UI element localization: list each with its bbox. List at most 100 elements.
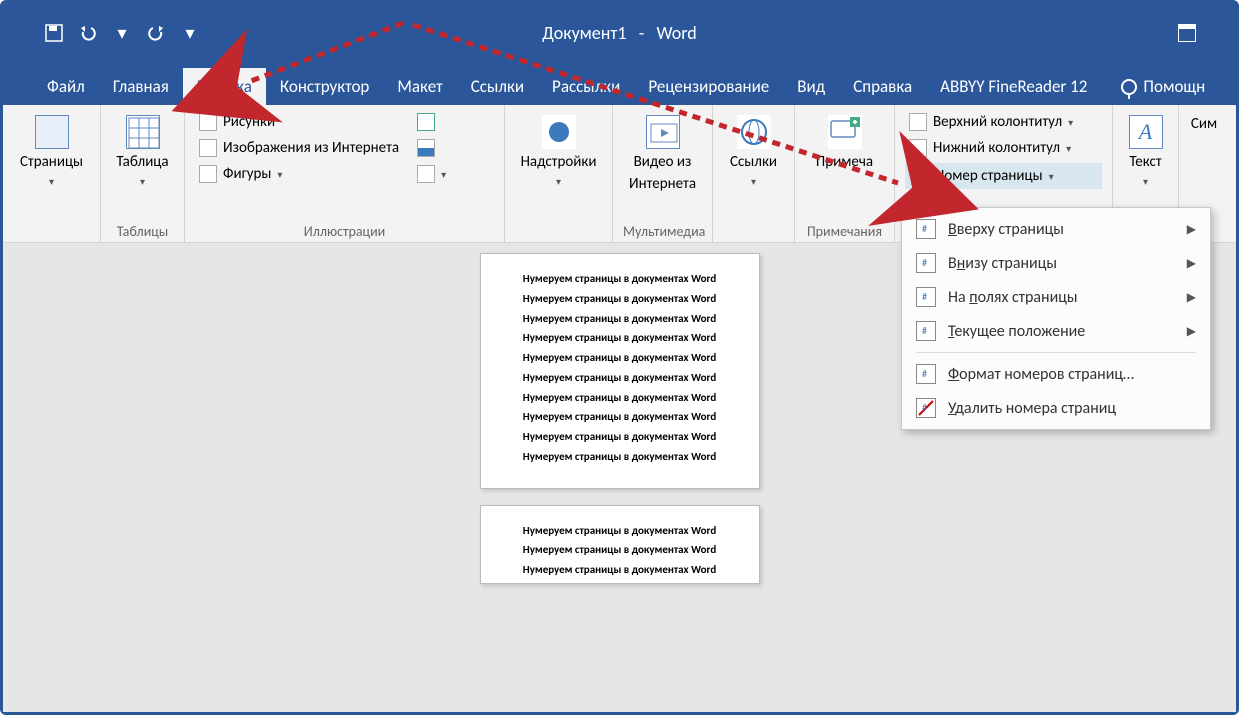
document-text-line: Нумеруем страницы в документах Word bbox=[501, 272, 739, 286]
menu-remove-page-numbers[interactable]: Удалить номера страниц bbox=[902, 391, 1210, 425]
page-number-button[interactable]: Номер страницы ▾ bbox=[905, 163, 1102, 189]
table-button[interactable]: Таблица▾ bbox=[111, 111, 174, 192]
lightbulb-icon bbox=[1121, 79, 1137, 95]
text-button[interactable]: A Текст▾ bbox=[1123, 111, 1168, 192]
online-pictures-button[interactable]: Изображения из Интернета bbox=[195, 137, 403, 159]
online-video-button[interactable]: Видео из Интернета bbox=[623, 111, 702, 197]
group-tables: Таблица▾ Таблицы bbox=[101, 105, 185, 242]
group-media: Видео из Интернета Мультимедиа bbox=[613, 105, 713, 242]
screenshot-button[interactable]: ▾ bbox=[413, 163, 450, 185]
document-text-line: Нумеруем страницы в документах Word bbox=[501, 391, 739, 405]
document-text-line: Нумеруем страницы в документах Word bbox=[501, 563, 739, 577]
quick-access-toolbar: ▾ ▾ bbox=[3, 22, 201, 44]
document-page: Нумеруем страницы в документах Word Нумер… bbox=[480, 505, 760, 584]
ribbon-tabs: Файл Главная Вставка Конструктор Макет С… bbox=[3, 63, 1236, 105]
link-icon bbox=[737, 115, 771, 149]
tab-file[interactable]: Файл bbox=[33, 68, 99, 105]
bottom-of-page-icon bbox=[916, 253, 936, 273]
header-button[interactable]: Верхний колонтитул ▾ bbox=[905, 111, 1102, 133]
tab-view[interactable]: Вид bbox=[783, 68, 839, 105]
document-text-line: Нумеруем страницы в документах Word bbox=[501, 331, 739, 345]
pictures-button[interactable]: Рисунки bbox=[195, 111, 403, 133]
remove-numbers-icon bbox=[916, 398, 936, 418]
tab-insert[interactable]: Вставка bbox=[183, 68, 266, 105]
document-name: Документ1 bbox=[542, 22, 626, 44]
tab-abbyy[interactable]: ABBYY FineReader 12 bbox=[926, 68, 1101, 105]
document-text-line: Нумеруем страницы в документах Word bbox=[501, 430, 739, 444]
tab-references[interactable]: Ссылки bbox=[457, 68, 538, 105]
video-icon bbox=[646, 115, 680, 149]
pages-button[interactable]: Страницы▾ bbox=[13, 111, 90, 192]
page-number-menu: Вверху страницы ▶ Внизу страницы ▶ На по… bbox=[901, 207, 1211, 430]
document-text-line: Нумеруем страницы в документах Word bbox=[501, 410, 739, 424]
top-of-page-icon bbox=[916, 219, 936, 239]
document-text-line: Нумеруем страницы в документах Word bbox=[501, 450, 739, 464]
title-right bbox=[1178, 24, 1236, 42]
header-icon bbox=[909, 113, 927, 131]
group-comments: Примеча Примечания bbox=[795, 105, 895, 242]
online-pictures-icon bbox=[199, 139, 217, 157]
page-icon bbox=[35, 115, 69, 149]
shapes-button[interactable]: Фигуры ▾ bbox=[195, 163, 403, 185]
page-margins-icon bbox=[916, 287, 936, 307]
title-bar: ▾ ▾ Документ1 - Word bbox=[3, 3, 1236, 63]
symbols-button[interactable]: Сим bbox=[1189, 111, 1219, 137]
tell-me-label: Помощн bbox=[1143, 76, 1205, 97]
group-addins: Надстройки▾ bbox=[505, 105, 613, 242]
tab-mailings[interactable]: Рассылки bbox=[538, 68, 634, 105]
addins-button[interactable]: Надстройки▾ bbox=[515, 111, 602, 192]
tell-me[interactable]: Помощн bbox=[1111, 68, 1215, 105]
chart-button[interactable] bbox=[413, 137, 450, 159]
group-illustrations: Рисунки Изображения из Интернета Фигуры … bbox=[185, 105, 505, 242]
footer-button[interactable]: Нижний колонтитул ▾ bbox=[905, 137, 1102, 159]
shapes-icon bbox=[199, 165, 217, 183]
addins-icon bbox=[542, 115, 576, 149]
redo-icon[interactable] bbox=[145, 22, 167, 44]
tab-layout[interactable]: Макет bbox=[383, 68, 456, 105]
app-name: Word bbox=[656, 22, 696, 44]
format-numbers-icon bbox=[916, 364, 936, 384]
page-number-icon bbox=[911, 167, 929, 185]
submenu-arrow-icon: ▶ bbox=[1187, 222, 1196, 237]
current-position-icon bbox=[916, 321, 936, 341]
menu-top-of-page[interactable]: Вверху страницы ▶ bbox=[902, 212, 1210, 246]
submenu-arrow-icon: ▶ bbox=[1187, 256, 1196, 271]
document-page: Нумеруем страницы в документах Word Нумер… bbox=[480, 253, 760, 489]
textbox-icon: A bbox=[1129, 115, 1163, 149]
document-text-line: Нумеруем страницы в документах Word bbox=[501, 543, 739, 557]
smartart-icon bbox=[417, 113, 435, 131]
save-icon[interactable] bbox=[43, 22, 65, 44]
document-text-line: Нумеруем страницы в документах Word bbox=[501, 292, 739, 306]
menu-current-position[interactable]: Текущее положение ▶ bbox=[902, 314, 1210, 348]
group-links: Ссылки▾ bbox=[713, 105, 795, 242]
footer-icon bbox=[909, 139, 927, 157]
undo-dropdown-icon[interactable]: ▾ bbox=[111, 22, 133, 44]
tab-review[interactable]: Рецензирование bbox=[634, 68, 783, 105]
tab-help[interactable]: Справка bbox=[839, 68, 926, 105]
document-text-line: Нумеруем страницы в документах Word bbox=[501, 312, 739, 326]
document-text-line: Нумеруем страницы в документах Word bbox=[501, 371, 739, 385]
submenu-arrow-icon: ▶ bbox=[1187, 324, 1196, 339]
tab-home[interactable]: Главная bbox=[99, 68, 183, 105]
submenu-arrow-icon: ▶ bbox=[1187, 290, 1196, 305]
picture-icon bbox=[199, 113, 217, 131]
window-title: Документ1 - Word bbox=[542, 22, 696, 44]
screenshot-icon bbox=[417, 165, 435, 183]
document-text-line: Нумеруем страницы в документах Word bbox=[501, 351, 739, 365]
chart-icon bbox=[417, 139, 435, 157]
comment-button[interactable]: Примеча bbox=[805, 111, 884, 175]
table-icon bbox=[126, 115, 160, 149]
ribbon-display-icon[interactable] bbox=[1178, 24, 1196, 42]
links-button[interactable]: Ссылки▾ bbox=[723, 111, 784, 192]
qat-customize-icon[interactable]: ▾ bbox=[179, 22, 201, 44]
comment-icon bbox=[828, 115, 862, 149]
menu-separator bbox=[916, 352, 1196, 353]
menu-bottom-of-page[interactable]: Внизу страницы ▶ bbox=[902, 246, 1210, 280]
menu-page-margins[interactable]: На полях страницы ▶ bbox=[902, 280, 1210, 314]
document-text-line: Нумеруем страницы в документах Word bbox=[501, 524, 739, 538]
menu-format-page-numbers[interactable]: Формат номеров страниц… bbox=[902, 357, 1210, 391]
tab-design[interactable]: Конструктор bbox=[266, 68, 384, 105]
undo-icon[interactable] bbox=[77, 22, 99, 44]
group-pages: Страницы▾ bbox=[3, 105, 101, 242]
smartart-button[interactable] bbox=[413, 111, 450, 133]
